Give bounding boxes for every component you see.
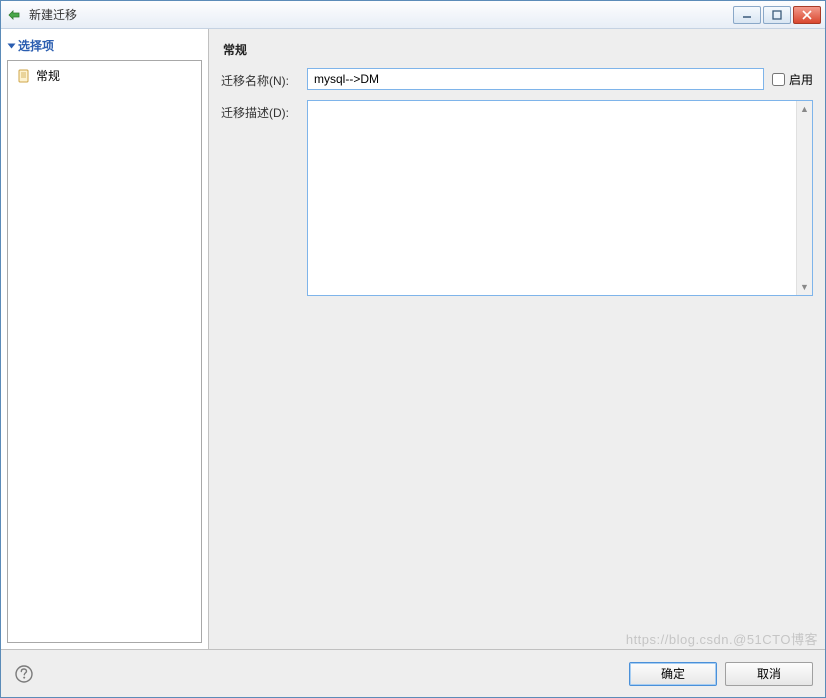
checkbox-enable-wrap[interactable]: 启用 [772,68,813,88]
input-migration-name[interactable] [307,68,764,90]
scroll-up-icon[interactable]: ▲ [797,101,812,117]
app-icon [7,7,23,23]
row-migration-desc: 迁移描述(D): ▲ ▼ [221,100,813,296]
sidebar-tree: 常规 [7,60,202,643]
cancel-button[interactable]: 取消 [725,662,813,686]
section-title: 常规 [221,37,813,68]
minimize-button[interactable] [733,6,761,24]
sidebar-item-label: 常规 [36,67,60,84]
row-migration-name: 迁移名称(N): 启用 [221,68,813,90]
footer: 确定 取消 [1,649,825,697]
scroll-down-icon[interactable]: ▼ [797,279,812,295]
close-button[interactable] [793,6,821,24]
ok-button[interactable]: 确定 [629,662,717,686]
content-area: 选择项 常规 常规 [1,29,825,649]
checkbox-enable-label: 启用 [789,71,813,88]
sidebar-header-label: 选择项 [18,37,54,54]
textarea-wrap: ▲ ▼ [307,100,813,296]
help-button[interactable] [13,663,35,685]
main-panel: 常规 迁移名称(N): 启用 迁移描述(D): ▲ ▼ [209,29,825,649]
collapse-icon [8,43,16,48]
textarea-migration-desc[interactable] [308,101,796,295]
titlebar: 新建迁移 [1,1,825,29]
window-controls [733,6,821,24]
label-migration-desc: 迁移描述(D): [221,100,299,121]
sidebar-header[interactable]: 选择项 [7,35,202,60]
window-title: 新建迁移 [29,6,733,23]
sidebar-item-general[interactable]: 常规 [12,65,197,86]
label-migration-name: 迁移名称(N): [221,68,299,89]
dialog-window: 新建迁移 选择项 [0,0,826,698]
sidebar: 选择项 常规 [1,29,209,649]
scrollbar[interactable]: ▲ ▼ [796,101,812,295]
maximize-button[interactable] [763,6,791,24]
document-icon [16,68,32,84]
checkbox-enable[interactable] [772,73,785,86]
